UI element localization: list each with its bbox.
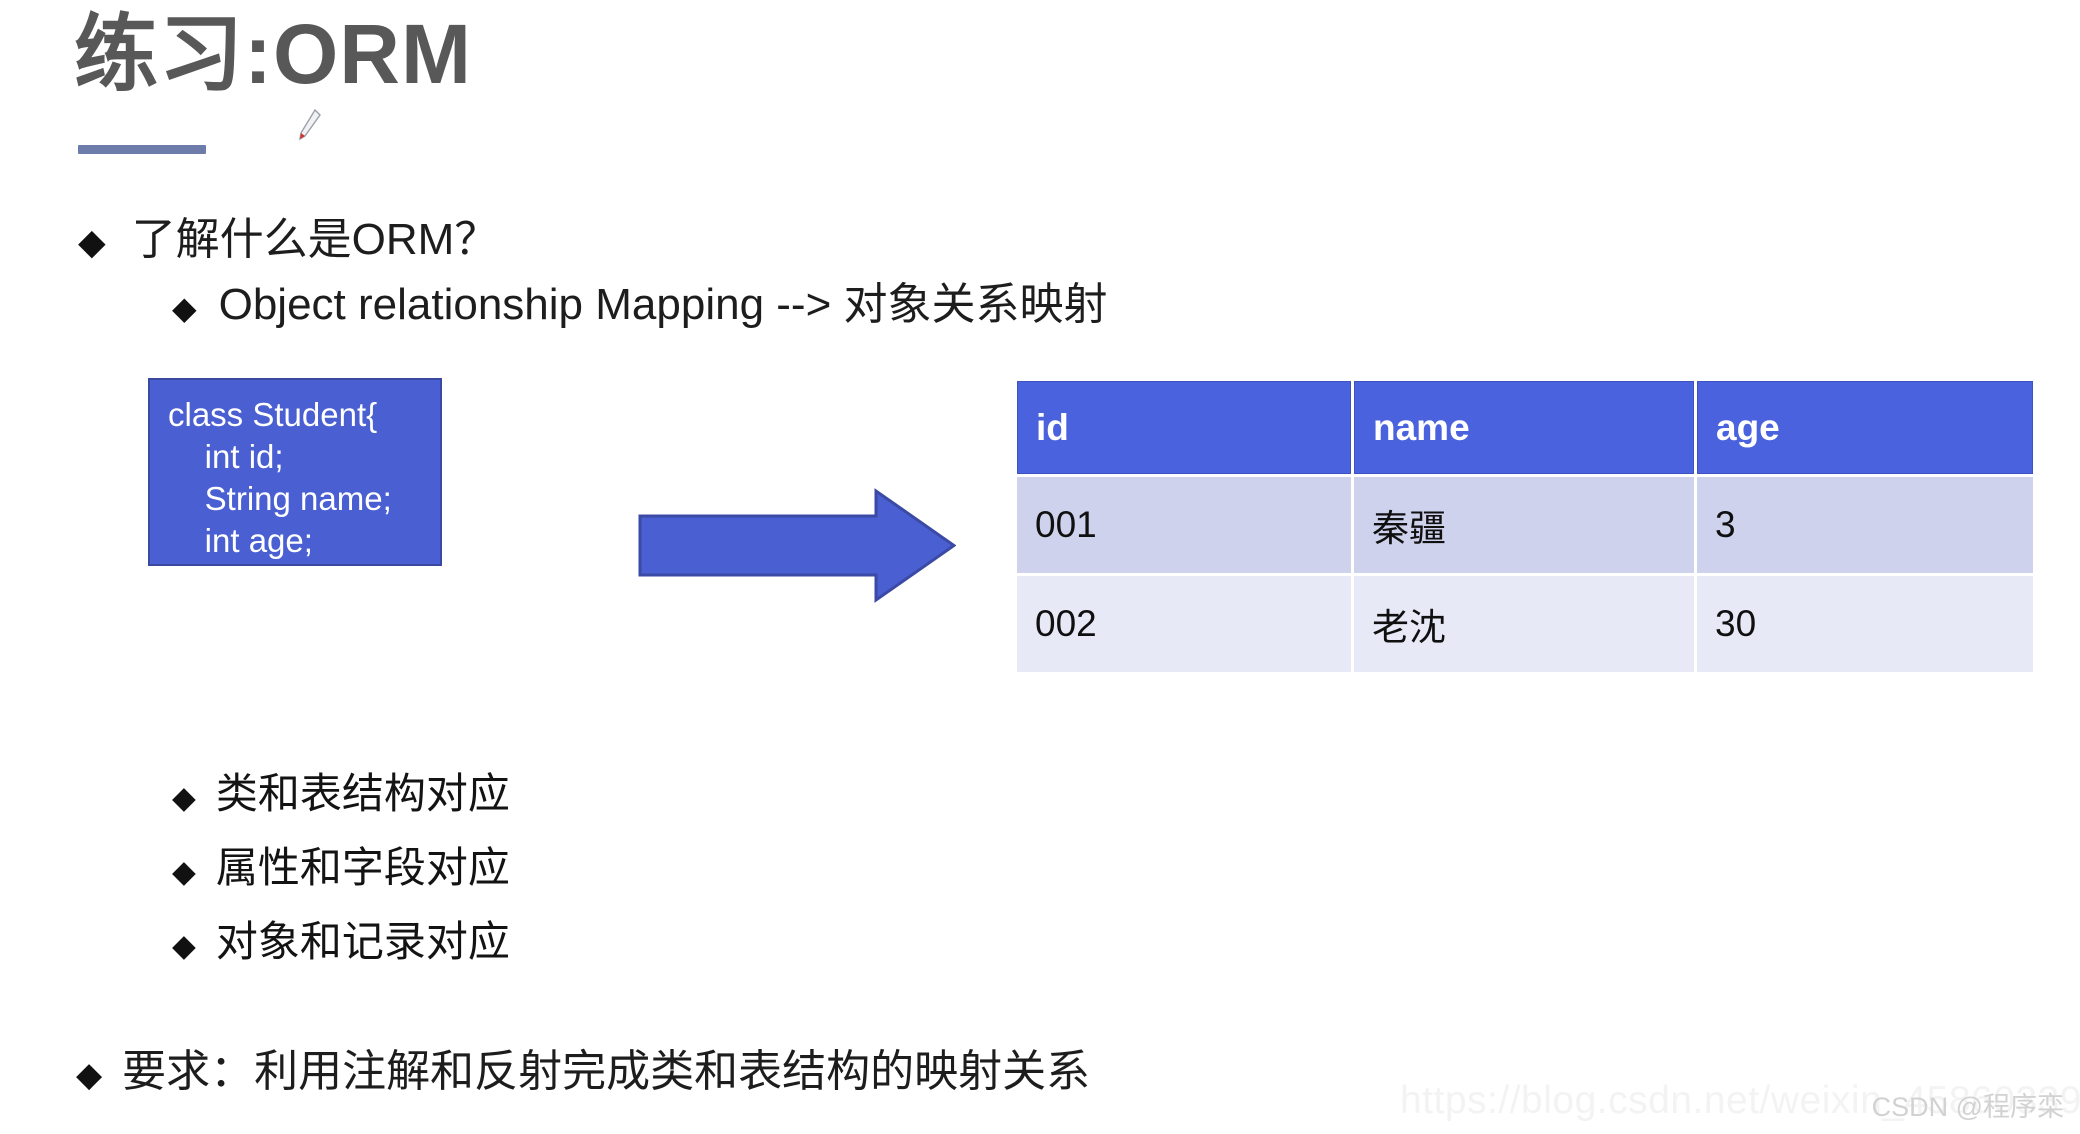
cell-id: 002 [1017, 576, 1351, 672]
slide-canvas: 练习:ORM ◆ 了解什么是ORM？ ◆ Object relationship… [0, 0, 2080, 1134]
title-underline-rule [78, 145, 206, 154]
code-line: int id; [168, 437, 284, 475]
list-item: ◆ 类和表结构对应 [172, 760, 510, 821]
diamond-bullet-icon: ◆ [172, 290, 197, 326]
bullet-level1-label: 了解什么是ORM？ [131, 215, 499, 264]
csdn-credit-watermark: CSDN @程序栾 [1871, 1092, 2064, 1122]
orm-table: id name age 001 秦疆 3 002 老沈 30 [1014, 378, 2036, 675]
code-line: } [168, 563, 180, 601]
diamond-bullet-icon: ◆ [76, 1056, 103, 1094]
code-line: String name; [168, 479, 392, 517]
list-item: ◆ 对象和记录对应 [172, 908, 510, 969]
code-line: class Student{ [168, 396, 378, 433]
table-row: 002 老沈 30 [1017, 576, 2033, 672]
column-header-age: age [1697, 381, 2033, 474]
table-header-row: id name age [1017, 381, 2033, 474]
list-item-label: 属性和字段对应 [215, 844, 510, 891]
list-item: ◆ 属性和字段对应 [172, 834, 510, 895]
code-line: int age; [168, 521, 313, 559]
table-row: 001 秦疆 3 [1017, 477, 2033, 573]
requirement-line: ◆ 要求：利用注解和反射完成类和表结构的映射关系 [76, 1035, 1090, 1099]
list-item-label: 对象和记录对应 [215, 918, 510, 965]
bullet-level2-label: Object relationship Mapping --> 对象关系映射 [218, 280, 1108, 329]
cell-age: 3 [1697, 477, 2033, 573]
code-block: class Student{ int id; String name; int … [148, 378, 442, 601]
mapping-points-list: ◆ 类和表结构对应 ◆ 属性和字段对应 ◆ 对象和记录对应 [172, 760, 510, 982]
list-item-label: 类和表结构对应 [215, 770, 510, 817]
diamond-bullet-icon: ◆ [172, 928, 196, 963]
column-header-id: id [1017, 381, 1351, 474]
cell-name: 老沈 [1354, 576, 1694, 672]
diamond-bullet-icon: ◆ [78, 221, 106, 262]
requirement-label: 要求：利用注解和反射完成类和表结构的映射关系 [122, 1047, 1091, 1096]
right-arrow-icon [638, 488, 956, 603]
cell-age: 30 [1697, 576, 2033, 672]
cell-name: 秦疆 [1354, 477, 1694, 573]
pen-icon [299, 108, 321, 141]
column-header-name: name [1354, 381, 1694, 474]
diamond-bullet-icon: ◆ [172, 780, 196, 815]
cell-id: 001 [1017, 477, 1351, 573]
diamond-bullet-icon: ◆ [172, 854, 196, 889]
title-block: 练习:ORM [74, 10, 472, 98]
page-title: 练习:ORM [74, 7, 472, 101]
bullet-level1: ◆ 了解什么是ORM？ [78, 203, 498, 267]
bullet-level2: ◆ Object relationship Mapping --> 对象关系映射 [172, 268, 1107, 332]
